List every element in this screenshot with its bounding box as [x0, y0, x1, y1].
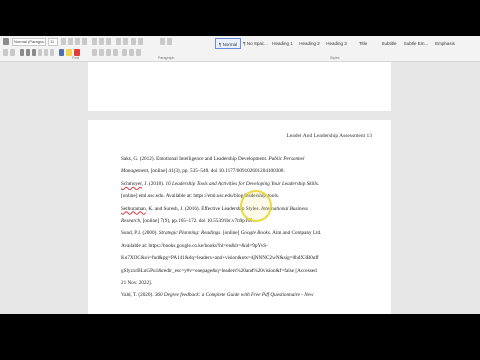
current-page[interactable]: Leader And Leadership Assessment 13 Saks…	[88, 120, 391, 314]
reference-text: Vald, T. (2020).	[121, 292, 155, 299]
reference-text: gSlyzxrBLuGPu1&redir_esc=y#v=onepage&q=l…	[121, 267, 317, 274]
italic-text: Public Personnel	[268, 156, 305, 162]
reference-text: Sund, P.J. (2000).	[121, 230, 159, 237]
numbering-icon[interactable]	[99, 38, 104, 45]
sort-icon[interactable]	[131, 38, 136, 45]
copy-icon[interactable]	[10, 49, 15, 56]
strikethrough-icon[interactable]	[38, 49, 42, 56]
reference-list[interactable]: Saks, G. (2012). Emotional Intelligence …	[121, 153, 374, 302]
grow-font-icon[interactable]	[61, 38, 66, 45]
style-heading-3[interactable]: Heading 3	[324, 38, 349, 49]
reference-text: Schmoyer	[121, 180, 142, 187]
italic-text: Google Books	[240, 230, 270, 237]
reference-text: , [online] 41(3), pp. 535–548. doi 10.11…	[148, 168, 285, 175]
reference-line: Vald, T. (2020). 360 Degree feedback: a …	[121, 289, 374, 301]
reference-text: Saks, G. (2012). Emotional Intelligence …	[121, 156, 269, 162]
style-emphasis[interactable]: Emphasis	[431, 38, 459, 49]
increase-indent-icon[interactable]	[123, 38, 128, 45]
reference-text: . [online]	[220, 230, 241, 237]
styles-group-label: Styles	[330, 56, 340, 60]
mouse-cursor-highlight	[240, 190, 272, 222]
cut-icon[interactable]	[3, 49, 8, 56]
shading-icon[interactable]	[129, 49, 134, 56]
reference-text: 21 Nov. 2022].	[121, 279, 153, 286]
style-heading-1[interactable]: Heading 1	[270, 38, 295, 49]
justify-center-icon[interactable]	[99, 49, 104, 56]
justify-left-icon[interactable]	[92, 49, 97, 56]
align-left-icon[interactable]	[160, 38, 165, 45]
ribbon-toolbar: Normal (Paragra... 11 Font Paragraph Sty…	[0, 36, 480, 62]
justify-right-icon[interactable]	[106, 49, 111, 56]
running-head: Leader And Leadership Assessment 13	[286, 133, 372, 139]
reference-line: Ku7XOC&oi=fnd&pg=PA141&dq=leaders+and+vi…	[121, 252, 374, 264]
italic-text: Strategic Planning: Readings	[158, 230, 221, 237]
style-subtitle[interactable]: Subtitle	[377, 38, 401, 49]
decrease-indent-icon[interactable]	[116, 38, 121, 45]
style-heading-2[interactable]: Heading 2	[297, 38, 322, 49]
style-normal[interactable]: ¶ Normal	[215, 38, 241, 49]
font-size-dropdown[interactable]: 11	[48, 38, 58, 46]
clear-formatting-icon[interactable]	[82, 38, 87, 45]
font-color-icon[interactable]	[74, 49, 80, 56]
center-icon[interactable]	[167, 38, 172, 45]
multilevel-list-icon[interactable]	[106, 38, 111, 45]
shrink-font-icon[interactable]	[68, 38, 73, 45]
style-no-spacing[interactable]: ¶ No Spac...	[243, 38, 268, 49]
italic-text: Management	[121, 168, 149, 175]
reference-line: Management, [online] 41(3), pp. 535–548.…	[121, 165, 374, 177]
italic-text: 16 Leadership Tools and Activities for D…	[165, 180, 318, 187]
change-case-icon[interactable]	[75, 38, 80, 45]
bullets-icon[interactable]	[92, 38, 97, 45]
paste-icon[interactable]	[3, 38, 9, 45]
subscript-icon[interactable]	[44, 49, 48, 56]
previous-page[interactable]	[88, 62, 391, 111]
italic-text: Research	[121, 217, 141, 224]
italic-icon[interactable]	[26, 49, 30, 56]
reference-text: Available at: https://books.google.co.ke…	[121, 242, 268, 249]
reference-text: Sethuraman	[121, 205, 146, 212]
style-title[interactable]: Title	[351, 38, 375, 49]
justify-full-icon[interactable]	[113, 49, 118, 56]
text-effects-icon[interactable]	[59, 49, 64, 56]
font-group-label: Font	[72, 56, 80, 60]
reference-text: , [online] 7(9), pp.165–172. doi 10.5539…	[140, 217, 254, 224]
video-frame: Normal (Paragra... 11 Font Paragraph Sty…	[0, 0, 480, 360]
paragraph-group-label: Paragraph	[158, 56, 175, 60]
reference-text: , J. (2018).	[141, 180, 166, 187]
reference-line: 21 Nov. 2022].	[121, 277, 374, 289]
style-subtle-emphasis[interactable]: Subtle Em...	[403, 38, 429, 49]
reference-line: Saks, G. (2012). Emotional Intelligence …	[121, 153, 374, 165]
document-canvas[interactable]: Leader And Leadership Assessment 13 Saks…	[0, 62, 480, 314]
underline-icon[interactable]	[32, 49, 36, 56]
reference-line: Sund, P.J. (2000). Strategic Planning: R…	[121, 227, 374, 239]
highlight-color-icon[interactable]	[66, 49, 72, 56]
reference-text: . Aim and Company Ltd.	[269, 230, 322, 237]
font-name-dropdown[interactable]: Normal (Paragra...	[12, 38, 46, 46]
italic-text: 360 Degree feedback: a Complete Guide wi…	[154, 292, 314, 299]
line-spacing-icon[interactable]	[122, 49, 127, 56]
superscript-icon[interactable]	[50, 49, 54, 56]
reference-line: gSlyzxrBLuGPu1&redir_esc=y#v=onepage&q=l…	[121, 265, 374, 277]
reference-line: Schmoyer, J. (2018). 16 Leadership Tools…	[121, 178, 374, 190]
reference-text: .	[317, 180, 320, 187]
reference-line: Available at: https://books.google.co.ke…	[121, 240, 374, 252]
show-formatting-icon[interactable]	[138, 38, 143, 45]
borders-icon[interactable]	[136, 49, 141, 56]
bold-icon[interactable]	[20, 49, 24, 56]
reference-text: Ku7XOC&oi=fnd&pg=PA141&dq=leaders+and+vi…	[121, 255, 319, 262]
